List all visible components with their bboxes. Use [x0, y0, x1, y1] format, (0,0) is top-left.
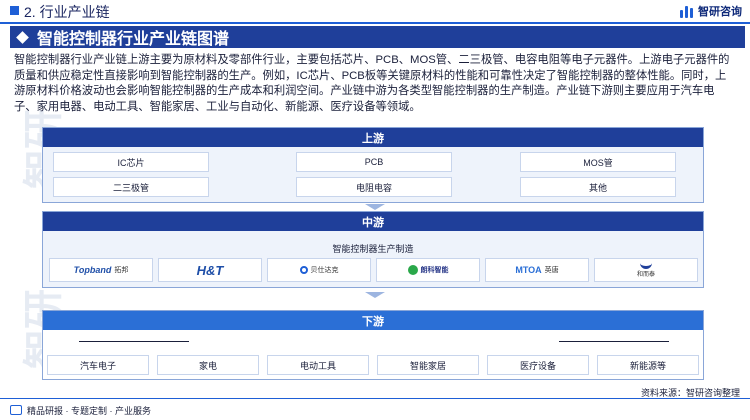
midstream-subtitle: 智能控制器生产制造: [332, 244, 414, 254]
source-note: 资料来源：智研咨询整理: [640, 388, 740, 398]
midstream-header: 中游: [43, 212, 703, 231]
downstream-header: 下游: [43, 311, 703, 330]
section-header: 2. 行业产业链 智研咨询: [0, 0, 750, 22]
downstream-item: 电动工具: [267, 355, 369, 375]
upstream-item: 其他: [520, 177, 676, 197]
company-logos: Topband 拓邦 H&T 贝仕达克 朗科智能 MTOA 英唐 和而泰: [49, 258, 699, 282]
upstream-header: 上游: [43, 128, 703, 147]
downstream-divider: [79, 341, 189, 342]
company-logo-longood: 朗科智能: [376, 258, 480, 282]
footer-divider: [0, 398, 750, 399]
company-logo-bestechnic: 贝仕达克: [267, 258, 371, 282]
downstream-item: 新能源等: [597, 355, 699, 375]
company-logo-het: 和而泰: [594, 258, 698, 282]
company-logo-topband: Topband 拓邦: [49, 258, 153, 282]
downstream-panel: 下游 汽车电子 家电 电动工具 智能家居 医疗设备 新能源等: [42, 310, 704, 380]
brand-logo-icon: [680, 4, 694, 18]
page-title: 智能控制器行业产业链图谱: [37, 31, 230, 48]
downstream-item: 汽车电子: [47, 355, 149, 375]
company-mark-icon: [299, 266, 308, 274]
page-footer: 精品研报 · 专题定制 · 产业服务 资料来源：智研咨询整理: [0, 388, 750, 420]
diamond-icon: [16, 30, 29, 44]
flow-arrow-icon: [365, 204, 385, 210]
upstream-item: 二三极管: [53, 177, 209, 197]
flow-arrow-icon: [365, 292, 385, 298]
midstream-panel: 中游 智能控制器生产制造 Topband 拓邦 H&T 贝仕达克 朗科智能 MT…: [42, 211, 704, 288]
company-mark-icon: [640, 262, 652, 269]
company-logo-mtoa: MTOA 英唐: [485, 258, 589, 282]
header-divider: [0, 22, 750, 24]
title-bar: 智能控制器行业产业链图谱: [10, 26, 745, 48]
footer-services: 精品研报 · 专题定制 · 产业服务: [27, 406, 151, 416]
downstream-divider: [559, 341, 669, 342]
brand-name: 智研咨询: [698, 6, 742, 18]
upstream-item: IC芯片: [53, 152, 209, 172]
company-logo-ht: H&T: [158, 258, 262, 282]
section-title: 2. 行业产业链: [24, 4, 110, 20]
downstream-item: 医疗设备: [487, 355, 589, 375]
section-marker-icon: [10, 6, 19, 15]
brand-logo: 智研咨询: [680, 3, 742, 19]
upstream-panel: 上游 IC芯片 PCB MOS管 二三极管 电阻电容 其他: [42, 127, 704, 203]
upstream-item: PCB: [296, 152, 452, 172]
intro-paragraph: 智能控制器行业产业链上游主要为原材料及零部件行业，主要包括芯片、PCB、MOS管…: [14, 54, 730, 113]
downstream-item: 家电: [157, 355, 259, 375]
upstream-item: MOS管: [520, 152, 676, 172]
company-mark-icon: [407, 265, 418, 275]
book-icon: [10, 405, 22, 415]
upstream-item: 电阻电容: [296, 177, 452, 197]
downstream-item: 智能家居: [377, 355, 479, 375]
